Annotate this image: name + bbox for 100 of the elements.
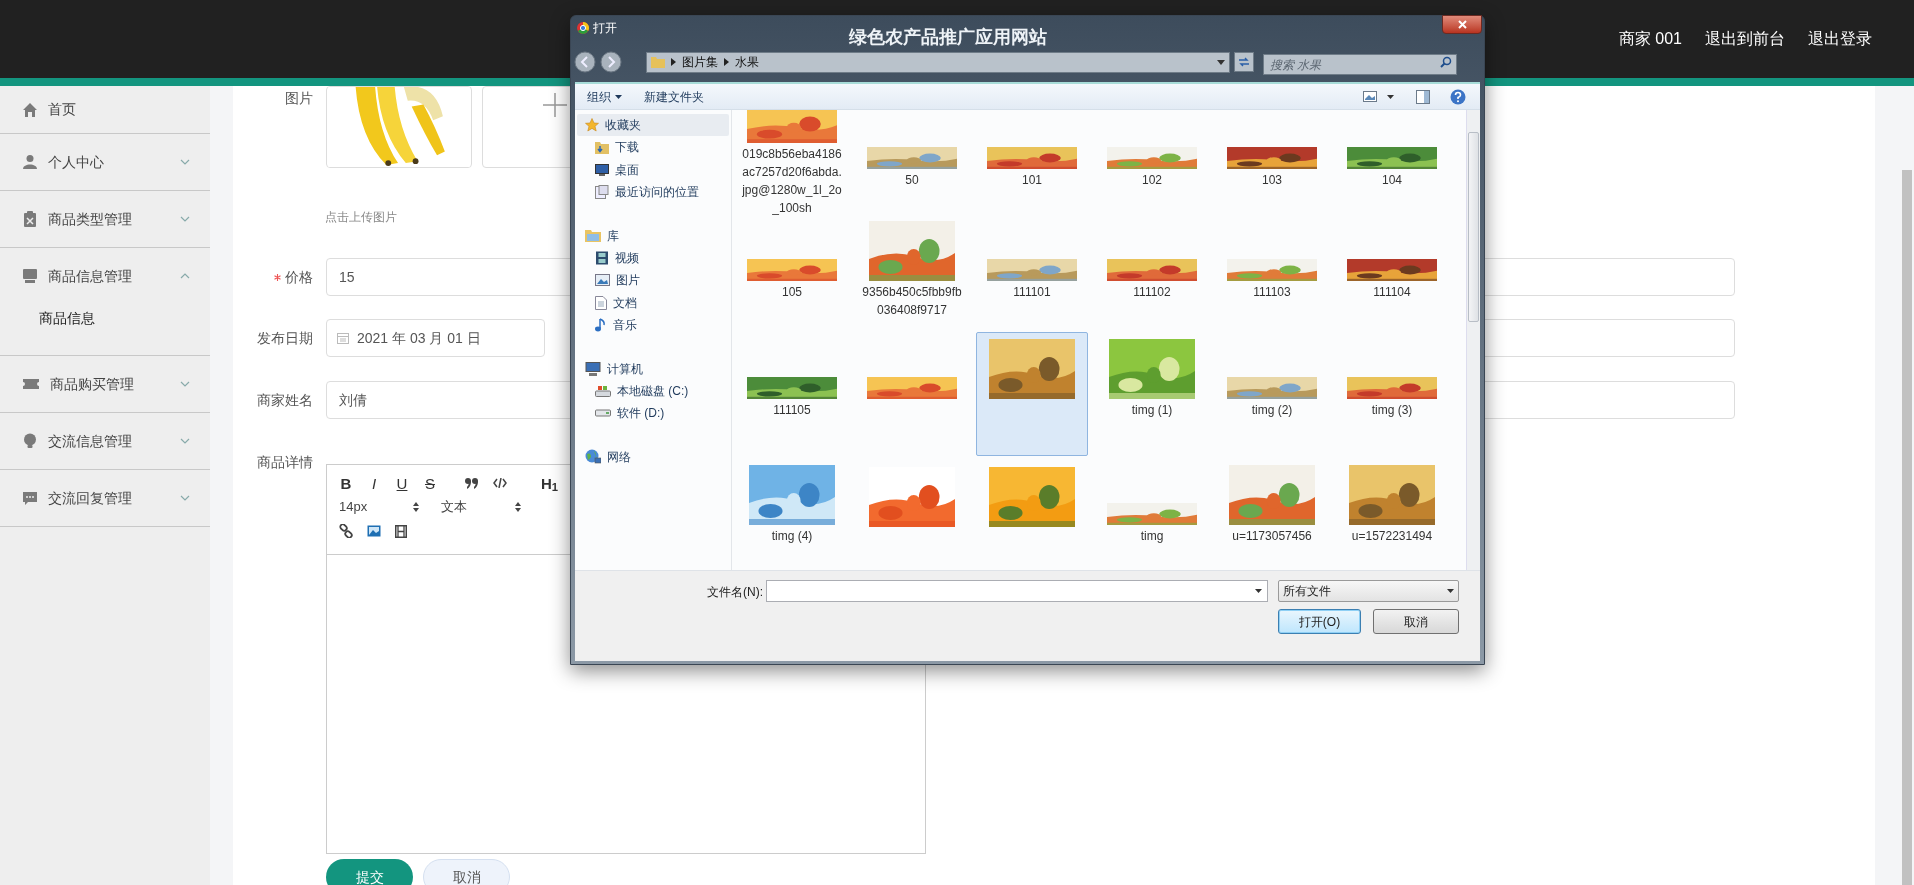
file-item[interactable]: 50: [856, 110, 968, 210]
help-icon[interactable]: [1450, 88, 1466, 105]
select-field[interactable]: 14px: [339, 497, 419, 517]
nav-item[interactable]: 网络: [577, 445, 729, 468]
search-icon: [1440, 55, 1452, 68]
file-name: timg (1): [1130, 402, 1174, 419]
sidebar-subitem[interactable]: 商品信息: [0, 304, 210, 355]
dropdown-icon[interactable]: [1387, 94, 1394, 99]
clipboard-icon: [22, 211, 38, 227]
nav-item[interactable]: 本地磁盘 (C:): [575, 379, 731, 402]
link-icon[interactable]: [339, 524, 353, 538]
file-item[interactable]: 105: [736, 214, 848, 328]
dialog-title: 打开: [593, 20, 617, 37]
file-name: timg (3): [1370, 402, 1414, 419]
breadcrumb-item[interactable]: 图片集: [682, 53, 718, 71]
file-item[interactable]: 111104: [1336, 214, 1448, 328]
close-button[interactable]: [1442, 15, 1482, 34]
format-button[interactable]: I: [367, 475, 381, 491]
monitor-icon: [22, 268, 38, 284]
nav-item[interactable]: 下载: [575, 136, 731, 159]
desktop-icon: [595, 163, 609, 176]
image-icon[interactable]: [367, 525, 381, 537]
updown-icon: [515, 502, 521, 512]
forward-icon[interactable]: [600, 51, 622, 73]
updown-icon: [413, 502, 419, 512]
file-item[interactable]: 103: [1216, 110, 1328, 210]
code-icon[interactable]: [493, 478, 507, 488]
sidebar-item[interactable]: 个人中心: [0, 134, 210, 190]
file-item[interactable]: 102: [1096, 110, 1208, 210]
form-button[interactable]: 取消: [423, 859, 510, 885]
nav-item[interactable]: 桌面: [575, 158, 731, 181]
file-item[interactable]: timg (4): [736, 460, 848, 546]
file-item[interactable]: 9356b450c5fbb9fb036408f9717: [856, 214, 968, 328]
form-button[interactable]: 提交: [326, 859, 413, 885]
file-item[interactable]: timg: [1096, 460, 1208, 546]
scrollbar[interactable]: [1466, 110, 1480, 570]
nav-item[interactable]: 库: [577, 224, 729, 247]
refresh-icon[interactable]: [1234, 52, 1254, 72]
dialog-button[interactable]: 打开(O): [1278, 609, 1361, 634]
file-item[interactable]: u=1173057456: [1216, 460, 1328, 546]
filename-field[interactable]: [766, 580, 1268, 602]
nav-item[interactable]: 最近访问的位置: [575, 181, 731, 204]
close-icon: [1457, 20, 1467, 29]
date-field[interactable]: 2021 年 03 月 01 日: [326, 319, 545, 357]
star-icon: [585, 118, 599, 132]
field-label: 商品详情: [256, 453, 313, 472]
file-item[interactable]: [976, 332, 1088, 456]
address-bar[interactable]: 图片集 水果: [646, 51, 1230, 73]
sidebar-item[interactable]: 商品购买管理: [0, 356, 210, 412]
upload-hint: 点击上传图片: [325, 209, 397, 224]
file-name: 111105: [772, 402, 812, 419]
file-item[interactable]: timg (1): [1096, 332, 1208, 456]
view-icon[interactable]: [1363, 91, 1377, 102]
file-item[interactable]: 111101: [976, 214, 1088, 328]
back-icon[interactable]: [574, 51, 596, 73]
toolbar-button[interactable]: 组织: [587, 87, 622, 106]
preview-pane-icon[interactable]: [1416, 89, 1430, 104]
header-link[interactable]: 退出登录: [1808, 27, 1872, 51]
recent-places-icon: [595, 185, 609, 200]
file-item[interactable]: 111105: [736, 332, 848, 456]
file-name: timg (4): [770, 528, 814, 545]
file-item[interactable]: timg (2): [1216, 332, 1328, 456]
file-item[interactable]: 104: [1336, 110, 1448, 210]
format-button[interactable]: H$_{1}$: [541, 475, 559, 491]
nav-item[interactable]: 视频: [575, 246, 731, 269]
file-name: 111103: [1252, 284, 1292, 301]
film-icon[interactable]: [395, 524, 407, 538]
nav-item[interactable]: 收藏夹: [577, 114, 729, 136]
scrollbar[interactable]: [1902, 170, 1912, 885]
sidebar-item[interactable]: 商品信息管理: [0, 248, 210, 304]
sidebar-item[interactable]: 交流信息管理: [0, 413, 210, 469]
file-item[interactable]: timg (3): [1336, 332, 1448, 456]
quote-icon[interactable]: [465, 477, 479, 489]
header-link[interactable]: 退出到前台: [1705, 27, 1785, 51]
nav-item[interactable]: 图片: [575, 269, 731, 292]
format-button[interactable]: U: [395, 475, 409, 491]
sidebar-item[interactable]: 交流回复管理: [0, 470, 210, 526]
nav-item[interactable]: 软件 (D:): [575, 402, 731, 425]
sidebar-item[interactable]: 首页: [0, 86, 210, 133]
search-field[interactable]: 搜索 水果: [1263, 54, 1457, 75]
format-button[interactable]: S: [423, 475, 437, 491]
file-item[interactable]: 111103: [1216, 214, 1328, 328]
dropdown-icon[interactable]: [1217, 59, 1225, 65]
file-item[interactable]: 111102: [1096, 214, 1208, 328]
file-item[interactable]: u=1572231494: [1336, 460, 1448, 546]
chat-icon: [22, 490, 38, 506]
nav-item[interactable]: 计算机: [577, 357, 729, 380]
file-name: 50: [904, 172, 920, 189]
file-type-select[interactable]: 所有文件: [1278, 580, 1459, 602]
dialog-button[interactable]: 取消: [1373, 609, 1459, 634]
document-icon: [595, 295, 607, 310]
select-field[interactable]: 文本: [441, 497, 521, 517]
ticket-icon: [22, 376, 40, 392]
format-button[interactable]: B: [339, 475, 353, 491]
nav-item[interactable]: 文档: [575, 291, 731, 314]
nav-item[interactable]: 音乐: [575, 314, 731, 337]
toolbar-button[interactable]: 新建文件夹: [644, 87, 704, 106]
file-item[interactable]: 101: [976, 110, 1088, 210]
sidebar-item[interactable]: 商品类型管理: [0, 191, 210, 247]
breadcrumb-item[interactable]: 水果: [735, 53, 759, 71]
